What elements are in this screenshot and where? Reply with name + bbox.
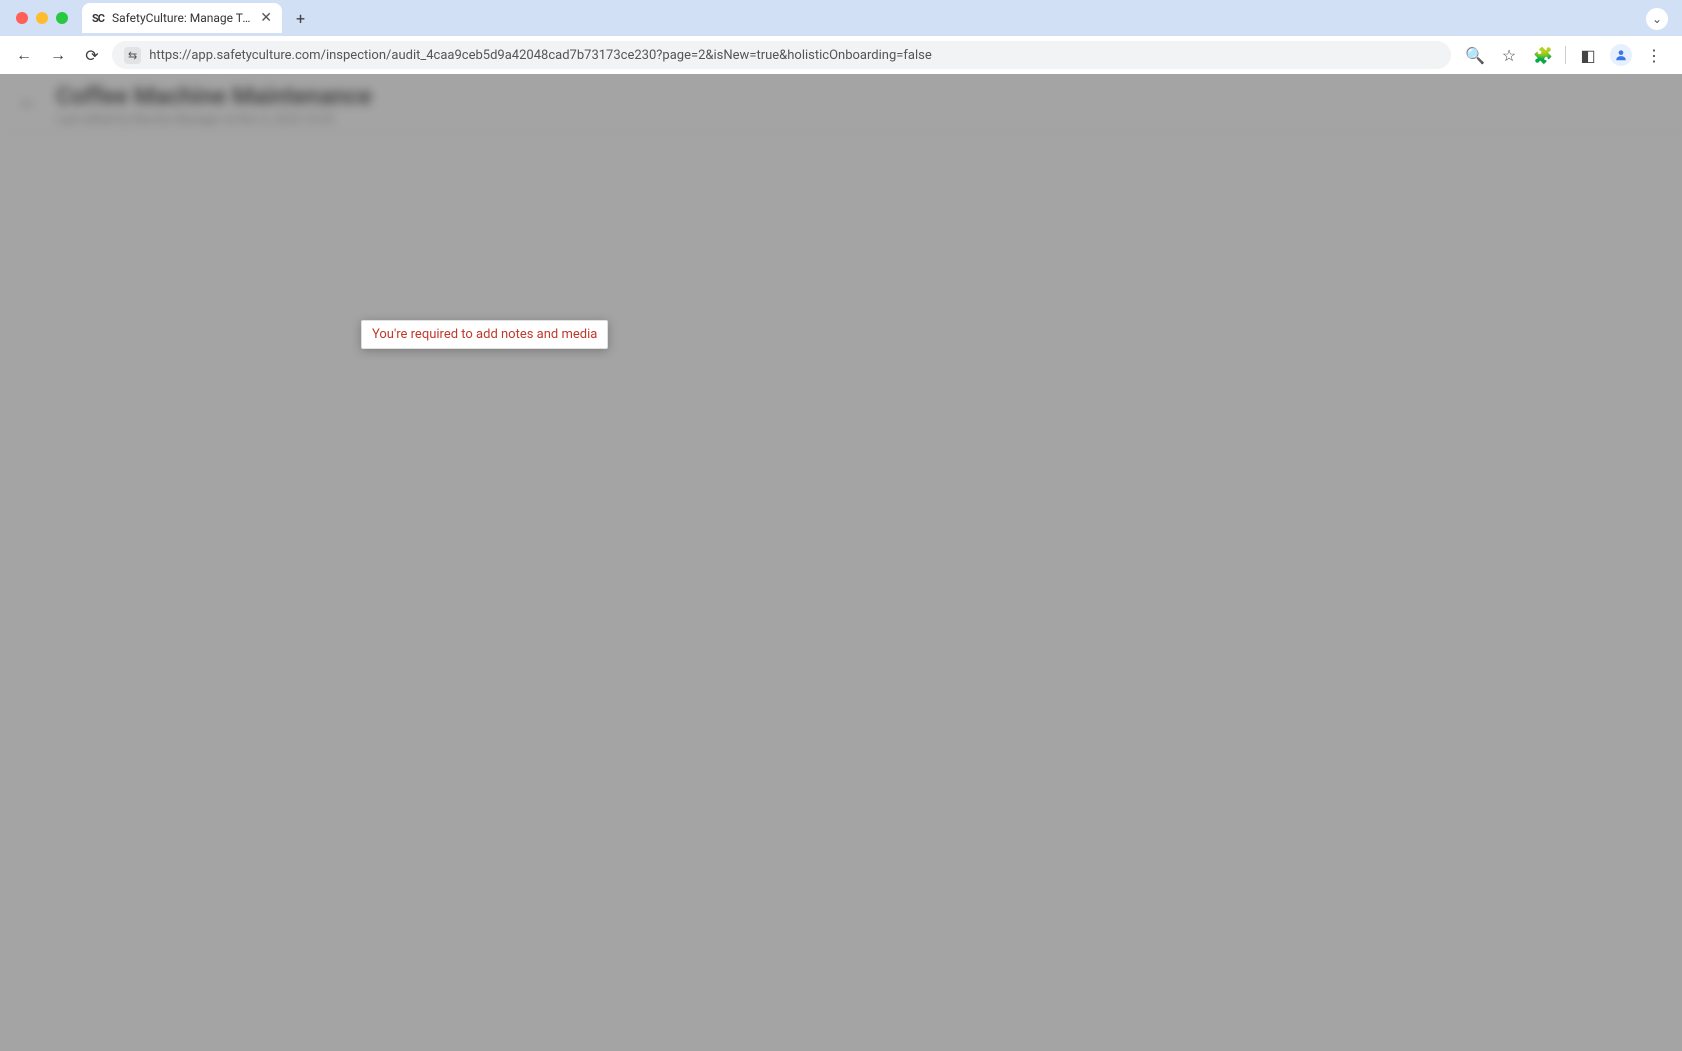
bookmark-icon[interactable]: ☆ (1497, 43, 1521, 67)
window-close[interactable] (16, 12, 28, 24)
site-settings-icon[interactable]: ⇆ (124, 47, 141, 64)
kebab-menu-icon[interactable]: ⋮ (1642, 43, 1666, 67)
page-body: ⌄ Page 2 of 4 Coffee Machine Inspection … (0, 132, 1682, 140)
address-bar[interactable]: ⇆ https://app.safetyculture.com/inspecti… (112, 41, 1451, 69)
browser-tab[interactable]: SC SafetyCulture: Manage Teams and... ✕ (82, 3, 282, 33)
url-text: https://app.safetyculture.com/inspection… (149, 48, 932, 63)
window-controls (10, 12, 74, 24)
dim-overlay (0, 74, 1682, 1051)
new-tab-button[interactable]: + (290, 9, 311, 28)
nav-forward-icon[interactable]: → (44, 41, 72, 69)
tab-strip: SC SafetyCulture: Manage Teams and... ✕ … (0, 0, 1682, 36)
nav-reload-icon[interactable]: ⟳ (78, 41, 106, 69)
tab-close-icon[interactable]: ✕ (260, 10, 272, 26)
app-header: ← Coffee Machine Maintenance Last edited… (0, 74, 1682, 132)
title-block: Coffee Machine Maintenance Last edited b… (56, 82, 372, 126)
zoom-icon[interactable]: 🔍 (1463, 43, 1487, 67)
tab-favicon: SC (92, 12, 104, 25)
page-subtitle: Last edited by Barista Manager at Nov 5,… (56, 112, 372, 126)
tabs-dropdown-icon[interactable]: ⌄ (1646, 8, 1668, 30)
page-title: Coffee Machine Maintenance (56, 82, 372, 110)
sidepanel-icon[interactable]: ◧ (1576, 43, 1600, 67)
window-maximize[interactable] (56, 12, 68, 24)
toolbar-right: 🔍 ☆ 🧩 ◧ ⋮ (1457, 43, 1672, 67)
app-viewport: ← Coffee Machine Maintenance Last edited… (0, 74, 1682, 1051)
tab-title: SafetyCulture: Manage Teams and... (112, 11, 252, 25)
window-minimize[interactable] (36, 12, 48, 24)
extensions-icon[interactable]: 🧩 (1531, 43, 1555, 67)
browser-toolbar: ← → ⟳ ⇆ https://app.safetyculture.com/in… (0, 36, 1682, 74)
required-warning-text: You're required to add notes and media (372, 327, 597, 342)
profile-avatar[interactable] (1610, 44, 1632, 66)
back-arrow-icon[interactable]: ← (18, 82, 38, 113)
nav-back-icon[interactable]: ← (10, 41, 38, 69)
browser-chrome: SC SafetyCulture: Manage Teams and... ✕ … (0, 0, 1682, 74)
required-warning-callout: You're required to add notes and media (361, 320, 608, 349)
divider (1565, 46, 1566, 64)
